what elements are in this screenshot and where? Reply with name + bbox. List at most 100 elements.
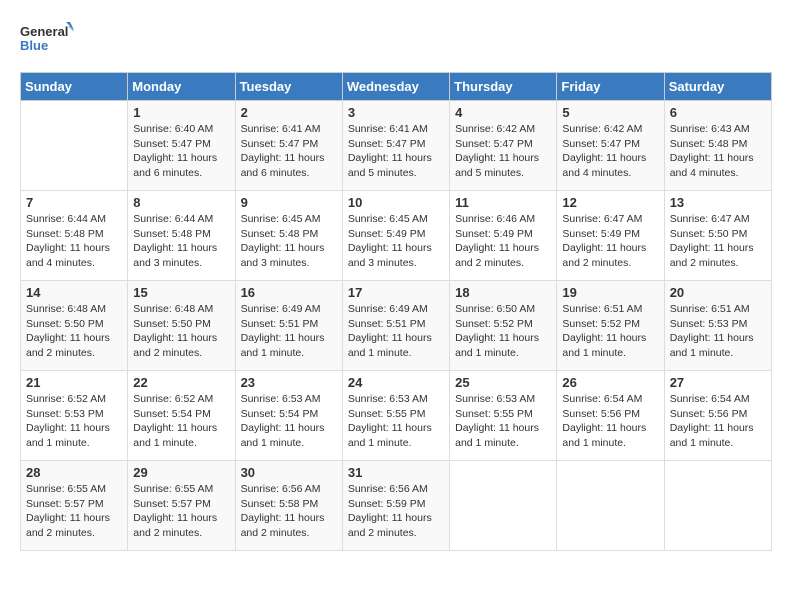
day-number: 23 (241, 375, 337, 390)
day-info: Sunrise: 6:48 AMSunset: 5:50 PMDaylight:… (133, 302, 229, 361)
day-cell: 23Sunrise: 6:53 AMSunset: 5:54 PMDayligh… (235, 371, 342, 461)
logo-svg: General Blue (20, 20, 75, 62)
day-number: 16 (241, 285, 337, 300)
day-number: 24 (348, 375, 444, 390)
weekday-header-monday: Monday (128, 73, 235, 101)
day-info: Sunrise: 6:52 AMSunset: 5:54 PMDaylight:… (133, 392, 229, 451)
day-number: 17 (348, 285, 444, 300)
logo: General Blue (20, 20, 75, 62)
day-cell: 18 Sunrise: 6:50 AMSunset: 5:52 PMDayligh… (450, 281, 557, 371)
weekday-header-sunday: Sunday (21, 73, 128, 101)
day-number: 18 (455, 285, 551, 300)
day-number: 9 (241, 195, 337, 210)
day-cell: 11 Sunrise: 6:46 AMSunset: 5:49 PMDayligh… (450, 191, 557, 281)
day-cell: 24Sunrise: 6:53 AMSunset: 5:55 PMDayligh… (342, 371, 449, 461)
day-cell: 28Sunrise: 6:55 AMSunset: 5:57 PMDayligh… (21, 461, 128, 551)
day-number: 3 (348, 105, 444, 120)
day-cell: 31 Sunrise: 6:56 AMSunset: 5:59 PMDayligh… (342, 461, 449, 551)
day-number: 26 (562, 375, 658, 390)
day-number: 15 (133, 285, 229, 300)
day-info: Sunrise: 6:56 AMSunset: 5:59 PMDaylight:… (348, 482, 444, 541)
day-info: Sunrise: 6:42 AMSunset: 5:47 PMDaylight:… (562, 122, 658, 181)
day-info: Sunrise: 6:41 AMSunset: 5:47 PMDaylight:… (241, 122, 337, 181)
day-info: Sunrise: 6:45 AMSunset: 5:49 PMDaylight:… (348, 212, 444, 271)
day-cell: 30 Sunrise: 6:56 AMSunset: 5:58 PMDayligh… (235, 461, 342, 551)
svg-text:Blue: Blue (20, 38, 48, 53)
day-cell: 9Sunrise: 6:45 AMSunset: 5:48 PMDaylight… (235, 191, 342, 281)
day-info: Sunrise: 6:46 AMSunset: 5:49 PMDaylight:… (455, 212, 551, 271)
day-info: Sunrise: 6:52 AMSunset: 5:53 PMDaylight:… (26, 392, 122, 451)
day-number: 19 (562, 285, 658, 300)
day-info: Sunrise: 6:44 AMSunset: 5:48 PMDaylight:… (133, 212, 229, 271)
weekday-header-wednesday: Wednesday (342, 73, 449, 101)
day-info: Sunrise: 6:55 AMSunset: 5:57 PMDaylight:… (133, 482, 229, 541)
day-number: 22 (133, 375, 229, 390)
day-number: 30 (241, 465, 337, 480)
day-number: 11 (455, 195, 551, 210)
day-cell (557, 461, 664, 551)
day-info: Sunrise: 6:42 AMSunset: 5:47 PMDaylight:… (455, 122, 551, 181)
day-number: 13 (670, 195, 766, 210)
week-row-3: 14 Sunrise: 6:48 AMSunset: 5:50 PMDayligh… (21, 281, 772, 371)
day-cell: 5 Sunrise: 6:42 AMSunset: 5:47 PMDaylight… (557, 101, 664, 191)
calendar-table: SundayMondayTuesdayWednesdayThursdayFrid… (20, 72, 772, 551)
day-info: Sunrise: 6:47 AMSunset: 5:50 PMDaylight:… (670, 212, 766, 271)
day-number: 6 (670, 105, 766, 120)
day-info: Sunrise: 6:50 AMSunset: 5:52 PMDaylight:… (455, 302, 551, 361)
weekday-header-tuesday: Tuesday (235, 73, 342, 101)
week-row-1: 1Sunrise: 6:40 AMSunset: 5:47 PMDaylight… (21, 101, 772, 191)
day-cell: 29 Sunrise: 6:55 AMSunset: 5:57 PMDayligh… (128, 461, 235, 551)
day-cell: 1Sunrise: 6:40 AMSunset: 5:47 PMDaylight… (128, 101, 235, 191)
day-info: Sunrise: 6:49 AMSunset: 5:51 PMDaylight:… (241, 302, 337, 361)
day-number: 12 (562, 195, 658, 210)
weekday-header-thursday: Thursday (450, 73, 557, 101)
day-info: Sunrise: 6:43 AMSunset: 5:48 PMDaylight:… (670, 122, 766, 181)
day-cell: 25 Sunrise: 6:53 AMSunset: 5:55 PMDayligh… (450, 371, 557, 461)
day-number: 1 (133, 105, 229, 120)
day-number: 10 (348, 195, 444, 210)
day-info: Sunrise: 6:56 AMSunset: 5:58 PMDaylight:… (241, 482, 337, 541)
week-row-2: 7 Sunrise: 6:44 AMSunset: 5:48 PMDaylight… (21, 191, 772, 281)
day-cell: 19Sunrise: 6:51 AMSunset: 5:52 PMDayligh… (557, 281, 664, 371)
day-cell: 13 Sunrise: 6:47 AMSunset: 5:50 PMDayligh… (664, 191, 771, 281)
day-number: 21 (26, 375, 122, 390)
day-cell: 26 Sunrise: 6:54 AMSunset: 5:56 PMDayligh… (557, 371, 664, 461)
day-number: 2 (241, 105, 337, 120)
day-cell: 12 Sunrise: 6:47 AMSunset: 5:49 PMDayligh… (557, 191, 664, 281)
day-number: 29 (133, 465, 229, 480)
day-cell: 27 Sunrise: 6:54 AMSunset: 5:56 PMDayligh… (664, 371, 771, 461)
day-info: Sunrise: 6:41 AMSunset: 5:47 PMDaylight:… (348, 122, 444, 181)
svg-text:General: General (20, 24, 68, 39)
day-number: 27 (670, 375, 766, 390)
day-cell (664, 461, 771, 551)
day-number: 20 (670, 285, 766, 300)
day-number: 31 (348, 465, 444, 480)
day-number: 25 (455, 375, 551, 390)
weekday-header-row: SundayMondayTuesdayWednesdayThursdayFrid… (21, 73, 772, 101)
weekday-header-friday: Friday (557, 73, 664, 101)
day-cell: 6 Sunrise: 6:43 AMSunset: 5:48 PMDaylight… (664, 101, 771, 191)
day-info: Sunrise: 6:54 AMSunset: 5:56 PMDaylight:… (562, 392, 658, 451)
day-cell (21, 101, 128, 191)
weekday-header-saturday: Saturday (664, 73, 771, 101)
day-cell: 10 Sunrise: 6:45 AMSunset: 5:49 PMDayligh… (342, 191, 449, 281)
day-number: 5 (562, 105, 658, 120)
day-cell: 21 Sunrise: 6:52 AMSunset: 5:53 PMDayligh… (21, 371, 128, 461)
day-cell: 3 Sunrise: 6:41 AMSunset: 5:47 PMDaylight… (342, 101, 449, 191)
day-cell: 17 Sunrise: 6:49 AMSunset: 5:51 PMDayligh… (342, 281, 449, 371)
day-cell: 4 Sunrise: 6:42 AMSunset: 5:47 PMDaylight… (450, 101, 557, 191)
page-header: General Blue (20, 20, 772, 62)
day-cell: 2 Sunrise: 6:41 AMSunset: 5:47 PMDaylight… (235, 101, 342, 191)
day-cell: 7Sunrise: 6:44 AMSunset: 5:48 PMDaylight… (21, 191, 128, 281)
day-number: 7 (26, 195, 122, 210)
day-info: Sunrise: 6:51 AMSunset: 5:53 PMDaylight:… (670, 302, 766, 361)
day-number: 14 (26, 285, 122, 300)
day-cell: 15 Sunrise: 6:48 AMSunset: 5:50 PMDayligh… (128, 281, 235, 371)
day-info: Sunrise: 6:49 AMSunset: 5:51 PMDaylight:… (348, 302, 444, 361)
day-info: Sunrise: 6:54 AMSunset: 5:56 PMDaylight:… (670, 392, 766, 451)
day-cell: 14Sunrise: 6:48 AMSunset: 5:50 PMDayligh… (21, 281, 128, 371)
day-number: 4 (455, 105, 551, 120)
day-info: Sunrise: 6:47 AMSunset: 5:49 PMDaylight:… (562, 212, 658, 271)
day-info: Sunrise: 6:53 AMSunset: 5:55 PMDaylight:… (455, 392, 551, 451)
day-cell: 22 Sunrise: 6:52 AMSunset: 5:54 PMDayligh… (128, 371, 235, 461)
